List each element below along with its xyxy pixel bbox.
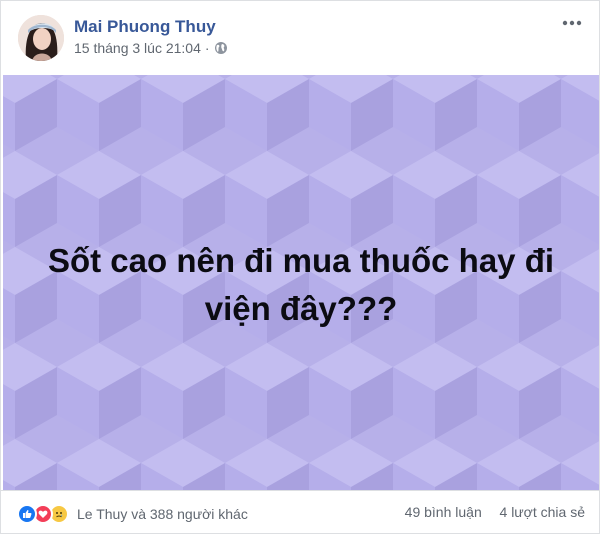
status-text: Sốt cao nên đi mua thuốc hay đi viện đây… [47, 242, 555, 327]
reaction-names[interactable]: Le Thuy và 388 người khác [77, 506, 248, 522]
post-footer: Le Thuy và 388 người khác 49 bình luận 4… [1, 490, 599, 535]
like-icon [17, 504, 37, 524]
post-timestamp[interactable]: 15 tháng 3 lúc 21:04 [74, 40, 201, 56]
reactions-summary[interactable]: Le Thuy và 388 người khác [17, 504, 248, 524]
shares-count[interactable]: 4 lượt chia sẻ [500, 504, 585, 520]
avatar-image [18, 15, 64, 61]
engagement-stats: 49 bình luận 4 lượt chia sẻ [405, 504, 585, 520]
more-options-icon[interactable] [561, 15, 583, 31]
avatar[interactable] [18, 15, 64, 61]
globe-icon[interactable] [214, 41, 228, 55]
author-name[interactable]: Mai Phuong Thuy [74, 17, 216, 37]
post-card: Mai Phuong Thuy 15 tháng 3 lúc 21:04 · S… [0, 0, 600, 534]
meta-separator: · [204, 40, 210, 56]
status-background: Sốt cao nên đi mua thuốc hay đi viện đây… [3, 75, 599, 490]
post-header: Mai Phuong Thuy 15 tháng 3 lúc 21:04 · [1, 1, 599, 75]
comments-count[interactable]: 49 bình luận [405, 504, 482, 520]
post-meta: 15 tháng 3 lúc 21:04 · [74, 40, 228, 56]
